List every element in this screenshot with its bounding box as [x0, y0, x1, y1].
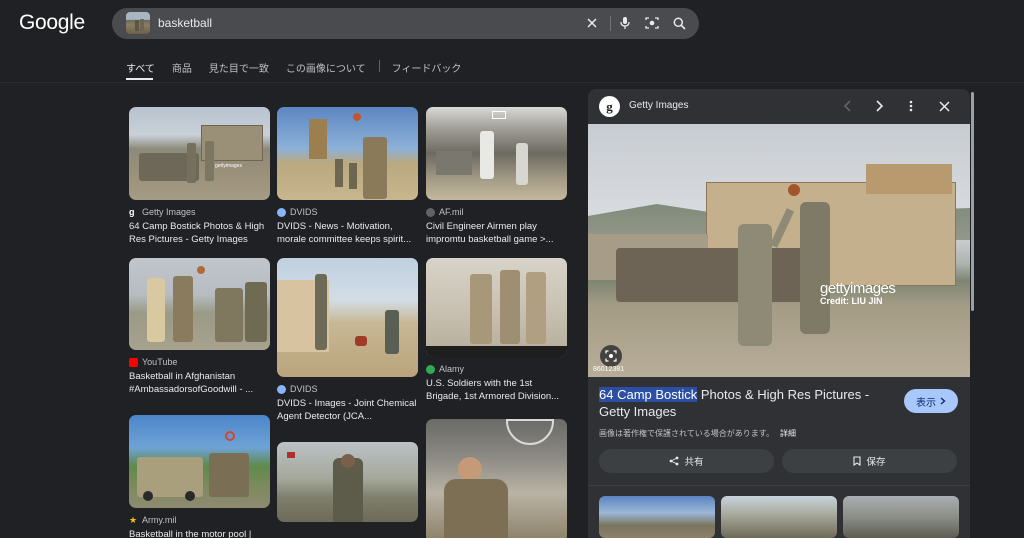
youtube-icon [129, 357, 138, 367]
result-title[interactable]: U.S. Soldiers with the 1st Brigade, 1st … [426, 378, 567, 403]
result-source-name: YouTube [142, 357, 178, 367]
result-card[interactable] [426, 419, 567, 538]
result-card[interactable]: DVIDS DVIDS - Images - Joint Chemical Ag… [277, 258, 418, 423]
chevron-left-icon[interactable] [839, 98, 855, 114]
copyright-text: 画像は著作権で保護されている場合があります。 [599, 429, 774, 438]
related-image[interactable] [721, 496, 837, 538]
result-source: AF.mil [426, 206, 567, 218]
top-bar: Google basketball すべて 商品 見た目で一致 この画像について… [0, 0, 1024, 82]
result-thumbnail[interactable] [277, 442, 418, 522]
tab-products[interactable]: 商品 [172, 60, 192, 75]
details-link[interactable]: 詳細 [780, 429, 796, 438]
result-source-name: Getty Images [142, 207, 196, 217]
search-tabs: すべて 商品 見た目で一致 この画像について フィードバック [126, 60, 478, 82]
lens-icon[interactable] [600, 345, 622, 367]
result-card[interactable]: DVIDS DVIDS - News - Motivation, morale … [277, 107, 418, 246]
result-thumbnail[interactable] [277, 107, 418, 200]
visit-button[interactable]: 表示 [904, 389, 958, 413]
mic-icon[interactable] [616, 14, 634, 32]
result-source-name: AF.mil [439, 207, 464, 217]
chevron-right-icon[interactable] [871, 98, 887, 114]
dvids-icon [277, 207, 286, 217]
af-mil-icon [426, 207, 435, 217]
result-source-name: Alamy [439, 364, 465, 374]
results-grid: gettyimages g Getty Images 64 Camp Bosti… [129, 103, 569, 538]
search-icon[interactable] [670, 14, 688, 32]
result-thumbnail[interactable] [426, 107, 567, 200]
header-divider [0, 82, 1024, 83]
result-thumbnail[interactable] [426, 258, 567, 357]
image-id-label: 86012381 [593, 366, 625, 373]
result-card[interactable] [277, 442, 418, 522]
result-source-name: Army.mil [142, 515, 177, 525]
result-thumbnail[interactable] [277, 258, 418, 377]
close-icon[interactable] [936, 98, 952, 114]
related-image[interactable] [843, 496, 959, 538]
getty-watermark: gettyimages [820, 280, 896, 297]
result-thumbnail[interactable] [426, 419, 567, 538]
result-source: g Getty Images [129, 206, 270, 218]
dvids-icon [277, 384, 286, 394]
result-title[interactable]: DVIDS - Images - Joint Chemical Agent De… [277, 398, 418, 423]
result-card[interactable]: AF.mil Civil Engineer Airmen play improm… [426, 107, 567, 246]
alamy-icon [426, 364, 435, 374]
photo-credit: Credit: LIU JIN [820, 296, 883, 306]
result-thumbnail[interactable] [129, 415, 270, 508]
image-detail-panel: g Getty Images gettyimages Credit: LIU J… [588, 89, 970, 538]
share-label: 共有 [684, 457, 704, 468]
share-icon [670, 456, 679, 466]
close-icon[interactable] [583, 14, 601, 32]
result-thumbnail[interactable] [129, 258, 270, 350]
result-card[interactable]: Alamy U.S. Soldiers with the 1st Brigade… [426, 258, 567, 403]
result-source: YouTube [129, 356, 270, 368]
save-button[interactable]: 保存 [782, 449, 957, 473]
result-title[interactable]: DVIDS - News - Motivation, morale commit… [277, 221, 418, 246]
result-card[interactable]: YouTube Basketball in Afghanistan #Ambas… [129, 258, 270, 396]
result-card[interactable]: gettyimages g Getty Images 64 Camp Bosti… [129, 107, 270, 246]
panel-title[interactable]: 64 Camp Bostick Photos & High Res Pictur… [599, 386, 894, 420]
related-image[interactable] [599, 496, 715, 538]
copyright-note: 画像は著作権で保護されている場合があります。 詳細 [599, 428, 796, 439]
result-card[interactable]: ★ Army.mil Basketball in the motor pool … [129, 415, 270, 538]
star-icon: ★ [129, 514, 138, 525]
bookmark-icon [853, 456, 862, 466]
search-divider [610, 16, 611, 31]
query-image-thumbnail[interactable] [126, 12, 150, 34]
search-box[interactable]: basketball [112, 8, 699, 39]
visit-button-label: 表示 [916, 397, 936, 409]
result-title[interactable]: Basketball in Afghanistan #Ambassadorsof… [129, 371, 270, 396]
google-logo[interactable]: Google [19, 11, 85, 35]
active-tab-indicator [126, 78, 153, 80]
result-source: DVIDS [277, 206, 418, 218]
result-thumbnail[interactable]: gettyimages [129, 107, 270, 200]
tab-all[interactable]: すべて [126, 60, 155, 80]
result-source-name: DVIDS [290, 207, 318, 217]
tab-about-this-image[interactable]: この画像について [286, 60, 366, 75]
result-source: DVIDS [277, 383, 418, 395]
result-title[interactable]: 64 Camp Bostick Photos & High Res Pictur… [129, 221, 270, 246]
more-vert-icon[interactable] [903, 98, 919, 114]
camera-icon[interactable] [643, 14, 661, 32]
panel-source-name[interactable]: Getty Images [629, 100, 688, 111]
panel-header: g Getty Images [588, 89, 970, 124]
save-label: 保存 [866, 457, 886, 468]
result-title[interactable]: Civil Engineer Airmen play impromtu bask… [426, 221, 567, 246]
panel-main-image[interactable]: gettyimages Credit: LIU JIN 86012381 [588, 124, 970, 377]
getty-images-icon: g [129, 207, 135, 217]
tab-all-label: すべて [126, 64, 155, 75]
result-source: ★ Army.mil [129, 514, 270, 526]
chevron-right-icon [940, 397, 946, 405]
panel-scrollbar[interactable] [971, 92, 974, 311]
tabs-divider [378, 60, 380, 72]
result-source-name: DVIDS [290, 384, 318, 394]
panel-divider [588, 485, 970, 486]
tab-visual-matches[interactable]: 見た目で一致 [209, 60, 269, 75]
getty-images-icon[interactable]: g [599, 96, 620, 117]
share-button[interactable]: 共有 [599, 449, 774, 473]
result-source: Alamy [426, 363, 567, 375]
result-title[interactable]: Basketball in the motor pool | [129, 529, 270, 538]
title-highlight: 64 Camp Bostick [599, 387, 698, 402]
search-query-text[interactable]: basketball [158, 16, 212, 30]
feedback-link[interactable]: フィードバック [392, 60, 462, 75]
